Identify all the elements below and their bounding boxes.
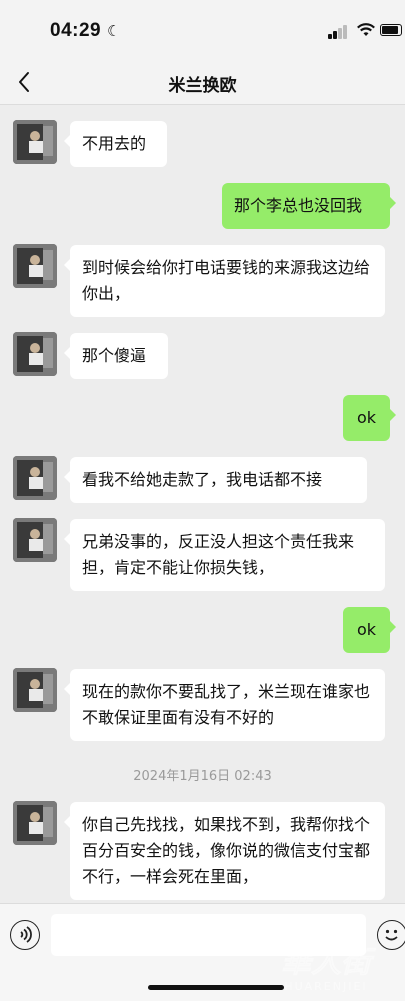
message-bubble-outgoing[interactable]: ok <box>343 395 396 441</box>
svg-text:HUARENJIEI: HUARENJIEI <box>284 980 367 993</box>
message-bubble-outgoing[interactable]: 那个李总也没回我 <box>222 183 396 229</box>
message-bubble-incoming[interactable]: 不用去的 <box>64 121 167 167</box>
nav-bar: 米兰换欧 <box>0 60 405 105</box>
message-bubble-incoming[interactable]: 那个傻逼 <box>64 333 168 379</box>
chat-area[interactable]: 不用去的 那个李总也没回我 到时候会给你打电话要钱的来源我这边给你出， 那个傻逼… <box>0 105 405 903</box>
avatar[interactable] <box>13 456 57 500</box>
svg-text:華人街: 華人街 <box>281 945 376 980</box>
chat-title: 米兰换欧 <box>168 76 237 96</box>
message-bubble-incoming[interactable]: 你自己先找找，如果找不到，我帮你找个百分百安全的钱，像你说的微信支付宝都不行，一… <box>64 802 385 900</box>
message-bubble-incoming[interactable]: 到时候会给你打电话要钱的来源我这边给你出， <box>64 245 385 317</box>
battery-icon <box>380 24 402 36</box>
message-bubble-incoming[interactable]: 现在的款你不要乱找了，米兰现在谁家也不敢保证里面有没有不好的 <box>64 669 385 741</box>
message-timestamp: 2024年1月16日 02:43 <box>133 769 272 784</box>
avatar[interactable] <box>13 244 57 288</box>
message-bubble-incoming[interactable]: 兄弟没事的，反正没人担这个责任我来担，肯定不能让你损失钱， <box>64 519 385 591</box>
wifi-icon <box>357 23 375 36</box>
status-bar: 04:29 ☾ <box>0 0 405 60</box>
avatar[interactable] <box>13 668 57 712</box>
signal-icon <box>328 25 350 39</box>
home-indicator <box>148 985 284 990</box>
avatar[interactable] <box>13 332 57 376</box>
avatar[interactable] <box>13 120 57 164</box>
avatar[interactable] <box>13 518 57 562</box>
message-bubble-incoming[interactable]: 看我不给她走款了，我电话都不接 <box>64 457 367 503</box>
voice-icon[interactable] <box>10 920 40 950</box>
status-time: 04:29 <box>50 20 102 41</box>
avatar[interactable] <box>13 801 57 845</box>
message-bubble-outgoing[interactable]: ok <box>343 607 396 653</box>
moon-icon: ☾ <box>107 22 121 40</box>
